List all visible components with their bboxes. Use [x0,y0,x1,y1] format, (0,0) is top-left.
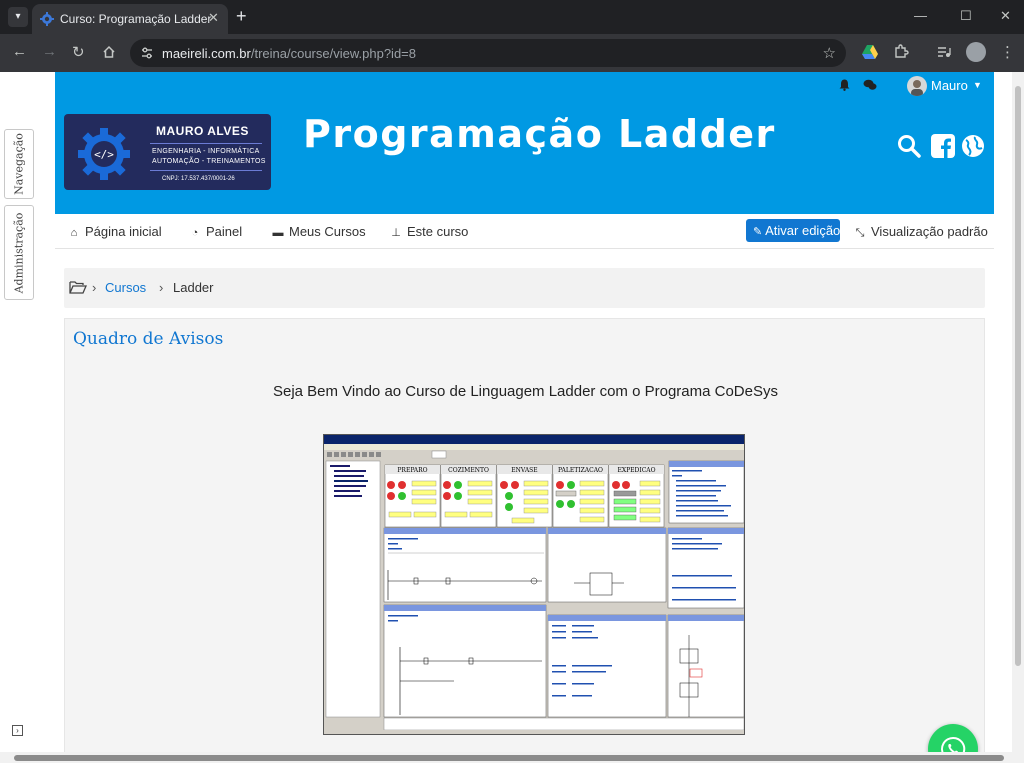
navbar-divider [55,248,994,249]
logo-name: MAURO ALVES [156,124,249,138]
logo-subtitle-1: ENGENHARIA - INFORMÁTICA [152,148,260,155]
drive-extension-icon[interactable] [862,44,878,60]
minimize-icon[interactable]: — [914,8,927,23]
user-avatar[interactable] [907,76,927,96]
default-view-toggle[interactable]: ⤡ Visualização padrão [853,224,988,240]
nav-dashboard-link[interactable]: ◔ Painel [188,224,242,239]
navigation-label: Navegação [12,133,26,195]
browser-tab[interactable]: Curso: Programação Ladder ✕ [32,4,228,34]
dock-toggle-icon[interactable]: › [12,725,23,736]
maximize-icon[interactable]: ☐ [960,8,972,24]
nav-this-course-link[interactable]: ⊥ Este curso [389,224,468,239]
company-logo[interactable]: </> MAURO ALVES ENGENHARIA - INFORMÁTICA… [64,114,271,190]
vertical-scrollbar[interactable] [1012,72,1024,752]
tab-strip: ▾ Curso: Programação Ladder ✕ + — ☐ ✕ [0,0,1024,34]
tab-close-icon[interactable]: ✕ [208,10,219,26]
briefcase-icon: ▬ [272,227,284,239]
course-navbar: ⌂ Página inicial ◔ Painel ▬ Meus Cursos ⊥ Es… [55,214,994,248]
site-settings-icon[interactable] [139,45,155,61]
caret-down-icon[interactable]: ▼ [973,80,982,90]
breadcrumb: › Cursos › Ladder [64,268,985,308]
browser-toolbar: ← → ↻ maeireli.com.br/treina/course/view… [0,34,1024,72]
tab-title: Curso: Programação Ladder [60,12,212,26]
vertical-scroll-thumb[interactable] [1015,86,1021,666]
folder-open-icon [69,281,87,294]
user-menu-name[interactable]: Mauro [931,78,968,93]
welcome-text: Seja Bem Vindo ao Curso de Linguagem Lad… [272,383,778,400]
panel-label-cozimento: COZIMENTO [448,467,489,474]
svg-text:</>: </> [94,148,114,161]
panel-label-expedicao: EXPEDICAO [617,467,655,474]
edit-pencil-icon: ✎ [753,226,763,238]
browser-window: ▾ Curso: Programação Ladder ✕ + — ☐ ✕ ← … [0,0,1024,763]
compress-arrows-icon: ⤡ [855,227,865,239]
address-bar[interactable]: maeireli.com.br/treina/course/view.php?i… [130,39,846,67]
horizontal-scrollbar[interactable] [0,752,1024,763]
breadcrumb-courses-link[interactable]: Cursos [105,280,146,295]
administration-label: Administração [12,212,26,293]
tab-search-button[interactable]: ▾ [8,7,28,27]
window-close-icon[interactable]: ✕ [1000,8,1011,24]
facebook-icon[interactable] [931,134,955,158]
moodle-page: Mauro ▼ </> MAURO ALVES ENGENHARIA - INF… [55,72,994,763]
page-viewport: Navegação Administração › Mauro ▼ </> MA… [0,72,1024,763]
globe-icon[interactable] [961,134,985,158]
media-control-icon[interactable] [936,44,952,60]
forward-arrow-icon[interactable]: → [42,43,57,60]
url-text: maeireli.com.br/treina/course/view.php?i… [162,46,416,61]
panel-label-preparo: PREPARO [397,467,427,474]
turn-editing-on-button[interactable]: ✎ Ativar edição [746,219,840,242]
breadcrumb-separator-icon: › [92,280,97,295]
horizontal-scroll-thumb[interactable] [14,755,1004,761]
site-title: Programação Ladder [303,112,776,156]
block-drawer: Navegação Administração › [0,72,54,763]
breadcrumb-separator-icon: › [159,280,164,295]
more-menu-icon[interactable]: ⋮ [1000,43,1015,61]
logo-cnpj: CNPJ: 17.537.437/0001-26 [162,176,235,182]
extensions-puzzle-icon[interactable] [893,44,909,60]
profile-avatar-icon[interactable] [966,42,986,62]
logo-divider [150,143,262,144]
top-user-bar: Mauro ▼ [55,72,994,100]
announcements-block: Quadro de Avisos Seja Bem Vindo ao Curso… [64,318,985,763]
codesys-screenshot-image: PREPARO COZIMENTO ENVASE PALETIZACAO EXP… [323,434,745,735]
messages-chat-icon[interactable] [863,79,877,91]
block-title[interactable]: Quadro de Avisos [73,329,223,349]
gear-favicon-icon [40,12,54,26]
logo-subtitle-2: AUTOMAÇÃO - TREINAMENTOS [152,158,266,165]
notifications-bell-icon[interactable] [839,79,850,91]
administration-drawer-tab[interactable]: Administração [4,205,34,300]
back-arrow-icon[interactable]: ← [12,43,27,60]
nav-my-courses-link[interactable]: ▬ Meus Cursos [271,224,366,239]
home-icon: ⌂ [70,227,78,239]
dashboard-gauge-icon: ◔ [191,227,199,239]
nav-home-link[interactable]: ⌂ Página inicial [67,224,162,239]
navigation-drawer-tab[interactable]: Navegação [4,129,34,199]
gear-code-logo-icon: </> [78,128,130,180]
site-header: </> MAURO ALVES ENGENHARIA - INFORMÁTICA… [55,100,994,214]
panel-label-paletizacao: PALETIZACAO [558,467,603,474]
panel-label-envase: ENVASE [511,467,537,474]
search-icon[interactable] [897,134,921,158]
reload-icon[interactable]: ↻ [72,43,85,61]
new-tab-icon[interactable]: + [236,7,247,25]
bookmark-star-icon[interactable]: ☆ [823,44,836,62]
home-icon[interactable] [102,45,116,59]
sitemap-icon: ⊥ [391,227,401,239]
logo-divider [150,170,262,171]
breadcrumb-current: Ladder [173,280,214,295]
